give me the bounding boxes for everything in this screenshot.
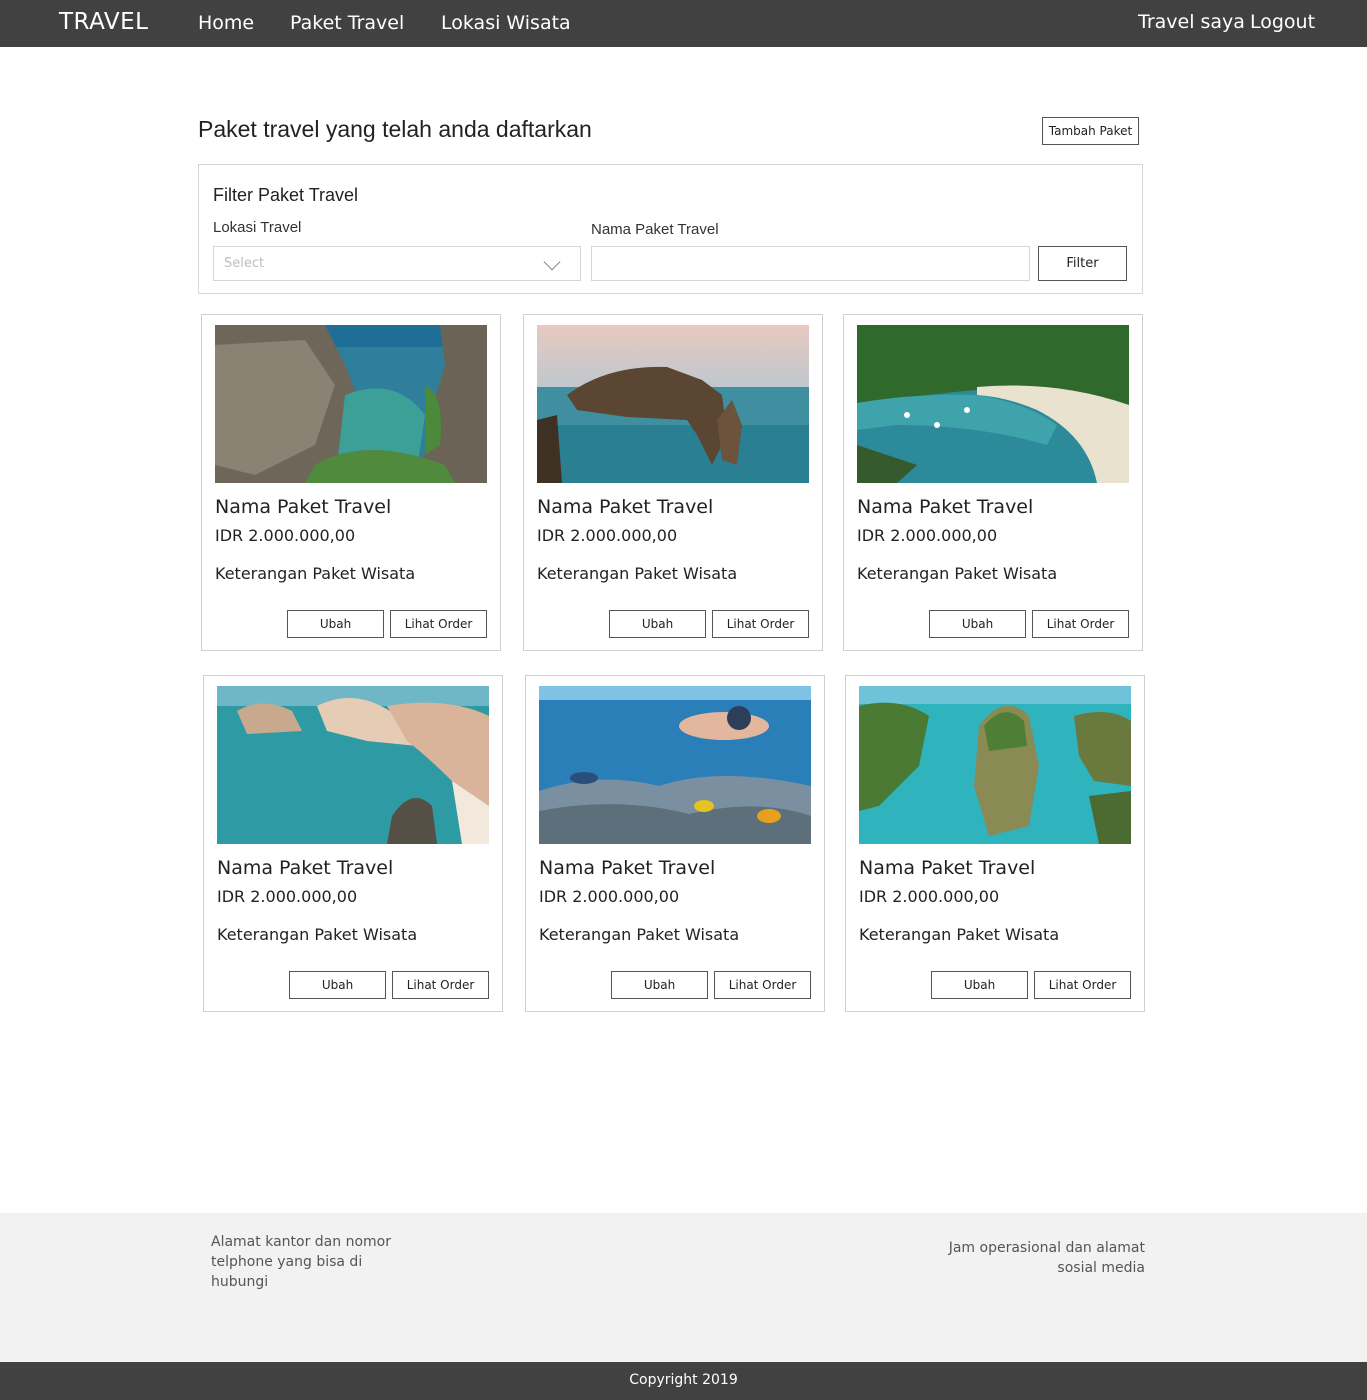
package-price: IDR 2.000.000,00: [859, 887, 1000, 906]
nav-paket-travel[interactable]: Paket Travel: [290, 12, 404, 34]
package-name: Nama Paket Travel: [537, 496, 714, 518]
package-description: Keterangan Paket Wisata: [857, 564, 1058, 583]
package-price: IDR 2.000.000,00: [537, 526, 678, 545]
copyright-text: Copyright 2019: [629, 1372, 738, 1388]
view-orders-button[interactable]: Lihat Order: [390, 610, 487, 638]
brand-logo[interactable]: TRAVEL: [59, 9, 148, 35]
view-orders-button[interactable]: Lihat Order: [712, 610, 809, 638]
package-card: Nama Paket Travel IDR 2.000.000,00 Keter…: [843, 314, 1143, 651]
package-price: IDR 2.000.000,00: [857, 526, 998, 545]
bay-beach-icon: [857, 325, 1129, 483]
package-name: Nama Paket Travel: [539, 857, 716, 879]
edit-button[interactable]: Ubah: [609, 610, 706, 638]
package-name-input[interactable]: [591, 246, 1030, 281]
package-card: Nama Paket Travel IDR 2.000.000,00 Keter…: [525, 675, 825, 1012]
location-select-value: Select: [224, 256, 265, 271]
package-card: Nama Paket Travel IDR 2.000.000,00 Keter…: [845, 675, 1145, 1012]
package-name: Nama Paket Travel: [859, 857, 1036, 879]
package-card: Nama Paket Travel IDR 2.000.000,00 Keter…: [203, 675, 503, 1012]
sea-cliff-icon: [537, 325, 809, 483]
package-description: Keterangan Paket Wisata: [859, 925, 1060, 944]
page-title: Paket travel yang telah anda daftarkan: [198, 116, 592, 142]
package-description: Keterangan Paket Wisata: [215, 564, 416, 583]
package-card: Nama Paket Travel IDR 2.000.000,00 Keter…: [201, 314, 501, 651]
edit-button[interactable]: Ubah: [287, 610, 384, 638]
rock-pool-icon: [215, 325, 487, 483]
location-label: Lokasi Travel: [213, 219, 302, 236]
add-package-button[interactable]: Tambah Paket: [1042, 117, 1139, 145]
chevron-down-icon: [543, 253, 561, 271]
package-name: Nama Paket Travel: [217, 857, 394, 879]
package-card: Nama Paket Travel IDR 2.000.000,00 Keter…: [523, 314, 823, 651]
dinosaur-cliff-icon: [859, 686, 1131, 844]
copyright-bar: Copyright 2019: [0, 1362, 1367, 1400]
filter-title: Filter Paket Travel: [213, 185, 359, 205]
footer: Alamat kantor dan nomor telphone yang bi…: [0, 1213, 1367, 1362]
edit-button[interactable]: Ubah: [611, 971, 708, 999]
package-name: Nama Paket Travel: [857, 496, 1034, 518]
logout-link[interactable]: Logout: [1250, 11, 1315, 33]
view-orders-button[interactable]: Lihat Order: [1032, 610, 1129, 638]
location-select[interactable]: Select: [213, 246, 581, 281]
view-orders-button[interactable]: Lihat Order: [1034, 971, 1131, 999]
filter-button[interactable]: Filter: [1038, 246, 1127, 281]
package-description: Keterangan Paket Wisata: [217, 925, 418, 944]
edit-button[interactable]: Ubah: [929, 610, 1026, 638]
filter-panel: Filter Paket Travel Lokasi Travel Nama P…: [198, 164, 1143, 294]
view-orders-button[interactable]: Lihat Order: [714, 971, 811, 999]
edit-button[interactable]: Ubah: [289, 971, 386, 999]
package-price: IDR 2.000.000,00: [217, 887, 358, 906]
nav-travel-saya[interactable]: Travel saya: [1138, 11, 1245, 33]
package-name-label: Nama Paket Travel: [591, 221, 719, 238]
snorkeling-icon: [539, 686, 811, 844]
nav-lokasi-wisata[interactable]: Lokasi Wisata: [441, 12, 571, 34]
footer-contact-info: Alamat kantor dan nomor telphone yang bi…: [211, 1234, 391, 1290]
package-description: Keterangan Paket Wisata: [539, 925, 740, 944]
package-name: Nama Paket Travel: [215, 496, 392, 518]
nav-home[interactable]: Home: [198, 12, 254, 34]
view-orders-button[interactable]: Lihat Order: [392, 971, 489, 999]
coast-rocks-icon: [217, 686, 489, 844]
top-navbar: TRAVEL Home Paket Travel Lokasi Wisata T…: [0, 0, 1367, 47]
edit-button[interactable]: Ubah: [931, 971, 1028, 999]
package-description: Keterangan Paket Wisata: [537, 564, 738, 583]
package-price: IDR 2.000.000,00: [215, 526, 356, 545]
footer-hours-social: Jam operasional dan alamat sosial media: [948, 1240, 1145, 1276]
package-price: IDR 2.000.000,00: [539, 887, 680, 906]
